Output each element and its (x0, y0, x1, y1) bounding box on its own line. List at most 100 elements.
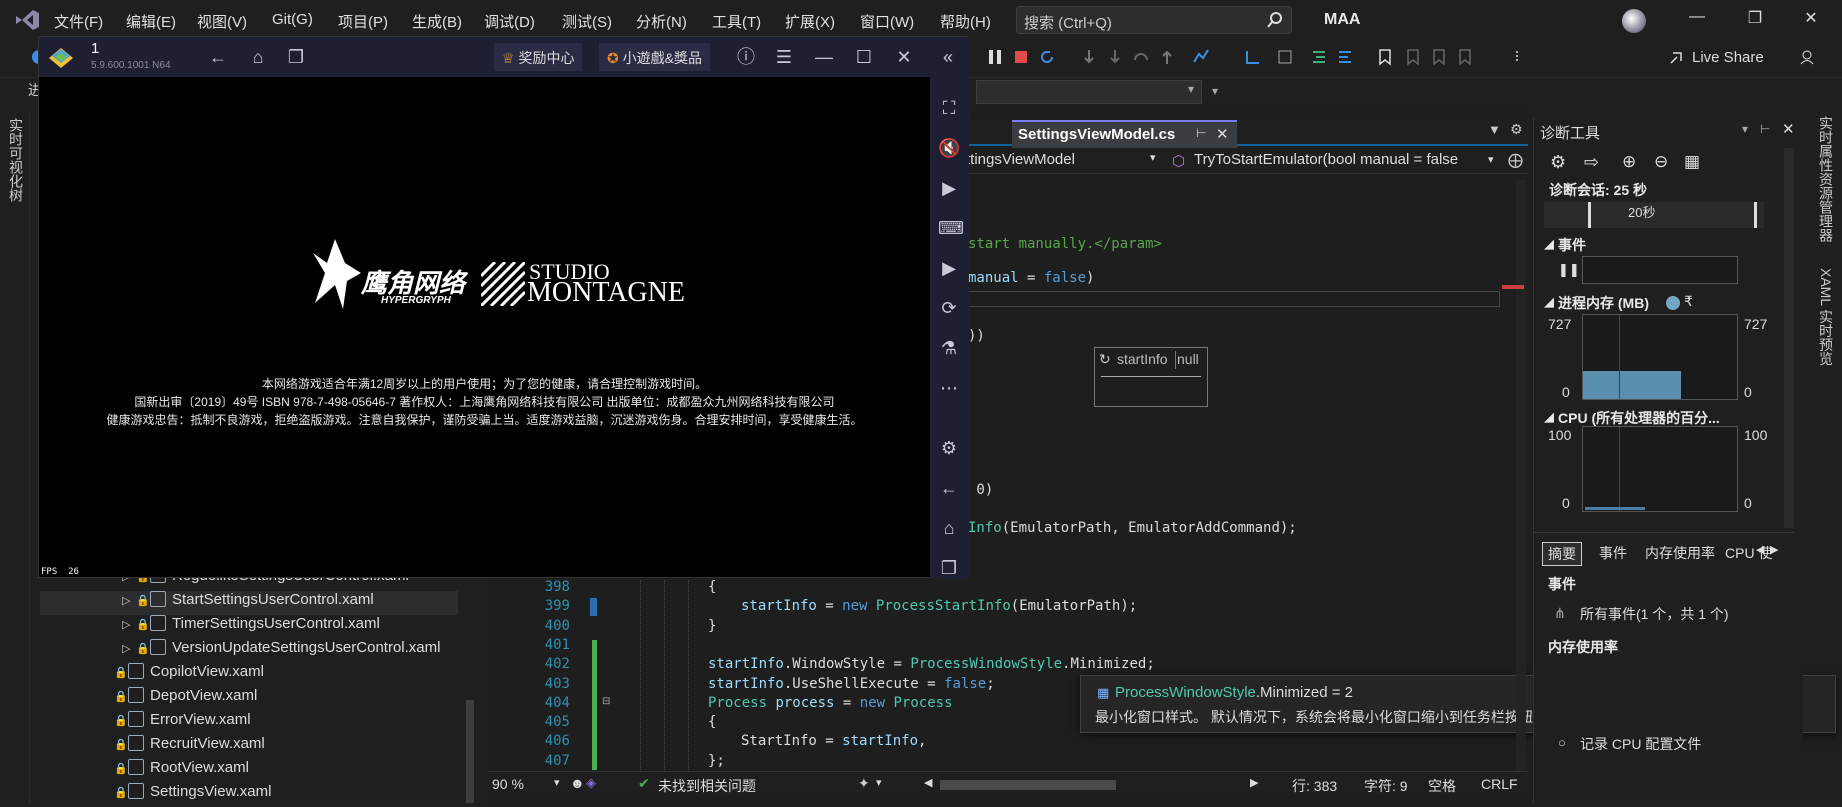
code-line[interactable]: startInfo.UseShellExecute = false; (708, 676, 995, 692)
timeline-start-handle[interactable] (1588, 202, 1591, 228)
user-avatar[interactable] (1622, 9, 1646, 33)
emu-settings-icon[interactable]: ⚙ (938, 437, 960, 459)
events-collapse-icon[interactable]: ◢ (1544, 236, 1554, 252)
cleanup-icon[interactable]: ✦ (858, 775, 870, 792)
feedback-icon[interactable] (1798, 48, 1816, 66)
side-recent-icon[interactable]: ❐ (938, 557, 960, 579)
char-number[interactable]: 字符: 9 (1364, 776, 1408, 796)
diag-export-icon[interactable]: ⇨ (1584, 152, 1599, 173)
help-icon[interactable]: ⓘ (735, 46, 757, 68)
zoom-in-icon[interactable]: ⊕ (1622, 152, 1636, 172)
pause-icon[interactable] (986, 48, 1004, 66)
memory-collapse-icon[interactable]: ◢ (1544, 294, 1554, 310)
diag-pin-icon[interactable]: ⊢ (1760, 122, 1770, 136)
next-bookmark-icon[interactable] (1430, 48, 1448, 66)
menu-item-5[interactable]: 生成(B) (412, 11, 462, 32)
editor-vertical-scrollbar[interactable] (1516, 180, 1526, 770)
multi-instance-icon[interactable]: ❐ (285, 46, 307, 68)
tabs-next-icon[interactable]: ▶ (1770, 543, 1778, 556)
xaml-select-icon[interactable] (1244, 48, 1262, 66)
menu-item-4[interactable]: 项目(P) (338, 11, 388, 32)
tabs-prev-icon[interactable]: ◀ (1756, 543, 1764, 556)
collapse-sidebar-icon[interactable]: « (937, 46, 959, 68)
diag-tab-3[interactable]: CPU 使 (1720, 542, 1777, 564)
cpu-collapse-icon[interactable]: ◢ (1544, 409, 1554, 425)
step-out-icon[interactable] (1158, 48, 1176, 66)
restore-icon[interactable]: ❐ (1740, 8, 1770, 34)
solution-item[interactable]: ▷ 🔒 TimerSettingsUserControl.xaml (40, 615, 458, 639)
menu-item-7[interactable]: 测试(S) (562, 11, 612, 32)
copilot-icon[interactable]: ☻ (570, 775, 585, 791)
expand-arrow-icon[interactable]: ▷ (122, 618, 136, 631)
home-icon[interactable]: ⌂ (247, 46, 269, 68)
menu-item-8[interactable]: 分析(N) (636, 11, 687, 32)
horizontal-scrollbar[interactable] (940, 780, 1116, 790)
timeline-ruler[interactable]: 20秒 (1544, 202, 1764, 228)
menu-item-6[interactable]: 调试(D) (484, 11, 535, 32)
collapse-icon[interactable]: ⊟ (602, 696, 610, 707)
cpu-graph[interactable] (1582, 426, 1738, 512)
tab-list-icon[interactable]: ▼ (1488, 122, 1501, 137)
macro-icon[interactable]: ▶ (938, 257, 960, 279)
solution-item[interactable]: 🔒 ErrorView.xaml (40, 711, 458, 735)
menu-item-3[interactable]: Git(G) (272, 11, 313, 28)
radio-icon[interactable]: ○ (1558, 735, 1566, 750)
refresh-icon[interactable]: ↻ (1099, 351, 1111, 368)
keyboard-icon[interactable]: ⌨ (938, 217, 964, 239)
diag-tab-1[interactable]: 事件 (1594, 542, 1632, 564)
diag-tab-0[interactable]: 摘要 (1542, 542, 1582, 566)
code-line[interactable]: startInfo.WindowStyle = ProcessWindowSty… (708, 656, 1155, 672)
code-line[interactable]: startInfo = new ProcessStartInfo(Emulato… (741, 598, 1137, 614)
solution-item[interactable]: 🔒 RecruitView.xaml (40, 735, 458, 759)
close-icon[interactable]: ✕ (1796, 8, 1826, 34)
stop-icon[interactable] (1012, 48, 1030, 66)
xaml-tree-icon[interactable] (1276, 48, 1294, 66)
scroll-right-icon[interactable]: ▶ (1250, 776, 1258, 789)
pause-events-icon[interactable]: ❚❚ (1558, 262, 1580, 278)
member-dropdown[interactable]: ⬡ TryToStartEmulator(bool manual = false… (1172, 149, 1502, 173)
solution-item[interactable]: ▷ 🔒 VersionUpdateSettingsUserControl.xaml (40, 639, 458, 663)
menu-item-1[interactable]: 编辑(E) (126, 11, 176, 32)
emu-close-icon[interactable]: ✕ (893, 46, 915, 68)
menu-item-11[interactable]: 窗口(W) (860, 11, 914, 32)
rewards-center-button[interactable]: ♕ 奖励中心 (494, 43, 583, 71)
tab-settings-icon[interactable]: ⚙ (1510, 121, 1523, 138)
zoom-out-icon[interactable]: ⊖ (1654, 152, 1668, 172)
expand-arrow-icon[interactable]: ▷ (122, 594, 136, 607)
diag-dropdown-icon[interactable]: ▾ (1742, 122, 1748, 136)
step-back-icon[interactable] (1132, 48, 1150, 66)
apk-icon[interactable]: ⚗ (938, 337, 960, 359)
solution-scrollbar[interactable] (466, 700, 474, 803)
tab-settingsviewmodel[interactable]: SettingsViewModel.cs ⊢ ✕ (1012, 120, 1237, 148)
menu-item-9[interactable]: 工具(T) (712, 11, 761, 32)
search-box[interactable]: 搜索 (Ctrl+Q) (1016, 6, 1292, 34)
split-editor-icon[interactable]: ⨁ (1508, 151, 1523, 169)
solution-item[interactable]: 🔒 CopilotView.xaml (40, 663, 458, 687)
indent-icon[interactable] (1310, 48, 1328, 66)
code-line[interactable]: { (708, 579, 716, 595)
live-share-icon[interactable] (1668, 48, 1686, 66)
volume-mute-icon[interactable]: 🔇 (938, 137, 960, 159)
code-line[interactable]: StartInfo = startInfo, (741, 733, 926, 749)
expand-arrow-icon[interactable]: ▷ (122, 642, 136, 655)
live-visual-tree-tab[interactable]: 实时可视化树 (6, 118, 26, 202)
more-icon[interactable]: ⋯ (938, 377, 960, 399)
diag-settings-icon[interactable]: ⚙ (1550, 152, 1566, 173)
indent-mode[interactable]: 空格 (1428, 776, 1456, 796)
toolbar-more-icon[interactable]: ▾ (1212, 84, 1218, 98)
emu-minimize-icon[interactable]: — (813, 46, 835, 68)
startup-project-dropdown[interactable] (976, 80, 1202, 104)
solution-item[interactable]: 🔒 DepotView.xaml (40, 687, 458, 711)
solution-item[interactable]: 🔒 SettingsView.xaml (40, 783, 458, 807)
timeline-end-handle[interactable] (1754, 202, 1757, 228)
code-line[interactable]: { (708, 714, 716, 730)
solution-item[interactable]: 🔒 RootView.xaml (40, 759, 458, 783)
fullscreen-icon[interactable]: ⛶ (938, 97, 960, 119)
issues-status[interactable]: 未找到相关问题 (658, 776, 756, 796)
menu-item-0[interactable]: 文件(F) (54, 11, 103, 32)
all-events-link[interactable]: 所有事件(1 个，共 1 个) (1580, 604, 1729, 624)
diag-close-icon[interactable]: ✕ (1782, 120, 1795, 138)
line-number[interactable]: 行: 383 (1292, 776, 1337, 796)
step-over-icon[interactable] (1080, 48, 1098, 66)
hot-reload-icon[interactable] (1192, 48, 1210, 66)
